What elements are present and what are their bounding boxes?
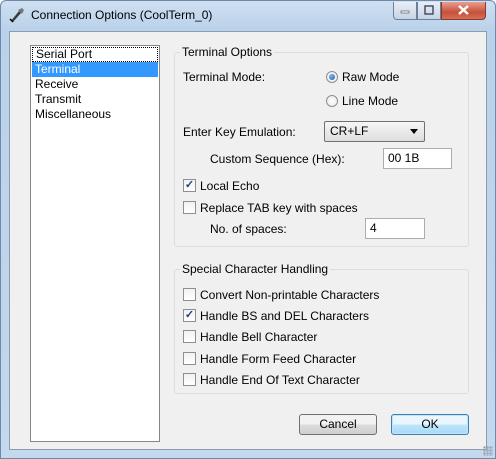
window-title: Connection Options (CoolTerm_0) — [31, 8, 213, 22]
convert-nonprintable-checkbox[interactable] — [183, 288, 196, 301]
minimize-icon — [400, 10, 410, 14]
maximize-icon — [424, 5, 434, 15]
handle-form-feed-checkbox[interactable] — [183, 352, 196, 365]
dialog-client-area: Serial Port Terminal Receive Transmit Mi… — [9, 31, 487, 450]
line-mode-label[interactable]: Line Mode — [342, 94, 398, 108]
sidebar-item-serial-port[interactable]: Serial Port — [32, 47, 158, 62]
resize-grip-icon[interactable] — [483, 446, 493, 456]
options-category-list[interactable]: Serial Port Terminal Receive Transmit Mi… — [30, 45, 160, 442]
minimize-button[interactable] — [393, 2, 417, 20]
terminal-options-title: Terminal Options — [180, 45, 275, 59]
connection-options-window: Connection Options (CoolTerm_0) Serial P… — [0, 0, 496, 459]
raw-mode-label[interactable]: Raw Mode — [342, 70, 399, 84]
close-button[interactable] — [441, 2, 486, 20]
chevron-down-icon — [410, 129, 418, 134]
handle-end-of-text-checkbox[interactable] — [183, 373, 196, 386]
special-character-title: Special Character Handling — [180, 262, 331, 276]
enter-key-emulation-label: Enter Key Emulation: — [183, 125, 296, 139]
enter-key-emulation-select[interactable]: CR+LF — [324, 121, 425, 142]
convert-nonprintable-label[interactable]: Convert Non-printable Characters — [200, 288, 379, 302]
handle-end-of-text-label[interactable]: Handle End Of Text Character — [200, 373, 360, 387]
custom-sequence-input[interactable]: 00 1B — [383, 148, 452, 169]
handle-bell-checkbox[interactable] — [183, 330, 196, 343]
maximize-button[interactable] — [417, 2, 441, 20]
no-of-spaces-input[interactable]: 4 — [365, 218, 425, 239]
no-of-spaces-label: No. of spaces: — [210, 222, 287, 236]
title-bar[interactable]: Connection Options (CoolTerm_0) — [1, 1, 495, 29]
enter-key-emulation-value: CR+LF — [330, 124, 369, 138]
sidebar-item-receive[interactable]: Receive — [32, 77, 158, 92]
local-echo-checkbox[interactable]: ✓ — [183, 179, 196, 192]
handle-bs-del-label[interactable]: Handle BS and DEL Characters — [200, 309, 369, 323]
local-echo-label[interactable]: Local Echo — [200, 179, 259, 193]
replace-tab-checkbox[interactable] — [183, 201, 196, 214]
handle-bell-label[interactable]: Handle Bell Character — [200, 330, 317, 344]
close-icon — [458, 5, 469, 15]
replace-tab-label[interactable]: Replace TAB key with spaces — [200, 201, 358, 215]
sidebar-item-transmit[interactable]: Transmit — [32, 92, 158, 107]
handle-form-feed-label[interactable]: Handle Form Feed Character — [200, 352, 356, 366]
raw-mode-radio[interactable] — [326, 71, 338, 83]
coolterm-app-icon — [9, 8, 24, 23]
custom-sequence-label: Custom Sequence (Hex): — [210, 152, 345, 166]
terminal-mode-label: Terminal Mode: — [183, 70, 266, 84]
handle-bs-del-checkbox[interactable]: ✓ — [183, 309, 196, 322]
sidebar-item-terminal[interactable]: Terminal — [32, 62, 158, 77]
ok-button[interactable]: OK — [391, 414, 469, 435]
cancel-button[interactable]: Cancel — [299, 414, 377, 435]
sidebar-item-miscellaneous[interactable]: Miscellaneous — [32, 107, 158, 122]
line-mode-radio[interactable] — [326, 95, 338, 107]
